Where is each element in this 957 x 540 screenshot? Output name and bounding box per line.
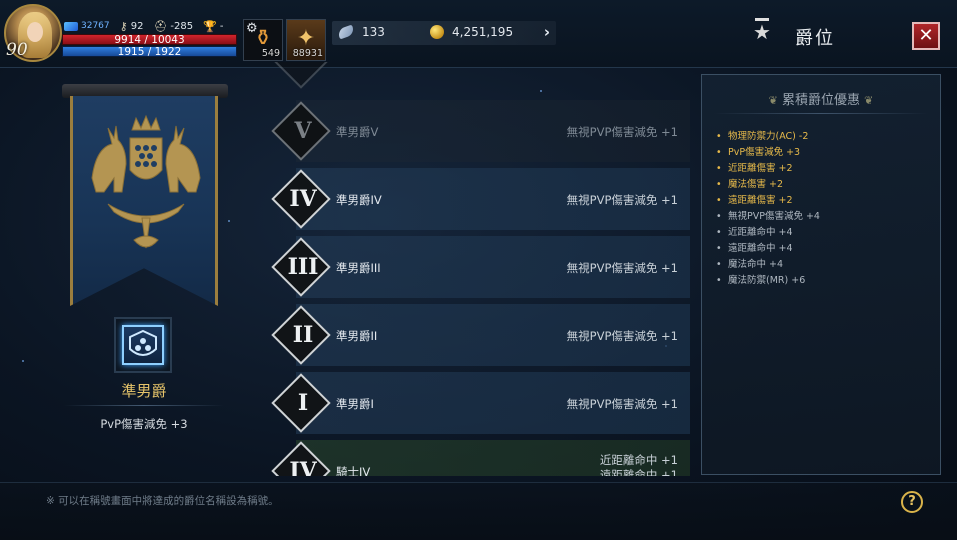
current-rank-bonus: PvP傷害減免 +3 — [100, 417, 188, 431]
banner-pole — [62, 84, 228, 98]
benefit-item: 近距離命中 +4 — [716, 225, 820, 241]
rank-diamond-icon — [271, 62, 331, 89]
mp-bar: 1915 / 1922 — [62, 46, 237, 57]
power-gem-icon — [64, 21, 78, 31]
currency-panel: 133 4,251,195 › — [332, 21, 556, 45]
rank-numeral: III — [287, 254, 319, 280]
divider — [64, 405, 224, 406]
benefits-list: 物理防禦力(AC) -2 PvP傷害減免 +3 近距離傷害 +2 魔法傷害 +2… — [716, 129, 820, 289]
rank-row-name: 準男爵II — [336, 329, 378, 343]
quick-slot-scroll[interactable]: ✦ 88931 — [286, 19, 326, 61]
chevron-right-icon[interactable]: › — [544, 23, 550, 41]
rank-numeral: IV — [289, 186, 317, 212]
rank-row-knight-iv[interactable]: 騎士IV 近距離命中 +1 遠距離命中 +1 — [296, 440, 690, 476]
cumulative-benefits-panel: ❦ 累積爵位優惠 ❦ 物理防禦力(AC) -2 PvP傷害減免 +3 近距離傷害… — [701, 74, 941, 475]
gold-value: 4,251,195 — [452, 25, 514, 39]
rank-row-iv[interactable]: 準男爵IV 無視PVP傷害減免 +1 — [296, 168, 690, 230]
spark-decoration — [228, 220, 230, 222]
close-button[interactable]: ✕ — [912, 22, 940, 50]
rank-row-v[interactable]: 準男爵V 無視PVP傷害減免 +1 — [296, 100, 690, 162]
feather-currency: 133 — [336, 24, 385, 40]
laurel-left-icon: ❦ — [768, 94, 778, 107]
scroll-count: 88931 — [292, 48, 323, 59]
laurel-right-icon: ❦ — [864, 94, 874, 107]
trophy-value: - — [219, 20, 224, 32]
rank-row-iii[interactable]: 準男爵III 無視PVP傷害減免 +1 — [296, 236, 690, 298]
baronet-badge-icon — [129, 329, 157, 356]
key-stat: ⚷ 92 — [120, 20, 144, 33]
rank-row-effect: 近距離命中 +1 — [599, 453, 678, 467]
rank-numeral: IV — [289, 458, 317, 476]
benefit-item: 遠距離傷害 +2 — [716, 193, 820, 209]
title-medal-icon: ★ — [753, 18, 771, 44]
spark-decoration — [22, 360, 24, 362]
divider — [714, 113, 928, 114]
benefit-item: 近距離傷害 +2 — [716, 161, 820, 177]
quick-slot-potion[interactable]: ⚙ ⚱ 549 — [243, 19, 283, 61]
benefit-item: 物理防禦力(AC) -2 — [716, 129, 820, 145]
footer-note: ※ 可以在稱號畫面中將達成的爵位名稱設為稱號。 — [46, 495, 279, 507]
power-value: 32767 — [81, 21, 110, 31]
helmet-icon: ⛑ — [153, 19, 168, 33]
karma-value: -285 — [170, 20, 194, 32]
rank-list[interactable]: 準男爵V 無視PVP傷害減免 +1 V 準男爵IV 無視PVP傷害減免 +1 I… — [270, 62, 692, 476]
benefit-item: 魔法命中 +4 — [716, 257, 820, 273]
character-level: 90 — [6, 40, 28, 60]
avatar-face — [27, 22, 43, 42]
current-rank-name: 準男爵 — [121, 382, 167, 400]
rank-numeral: II — [292, 322, 314, 348]
benefit-item: PvP傷害減免 +3 — [716, 145, 820, 161]
heraldic-crest-icon — [91, 114, 201, 249]
benefit-item: 無視PVP傷害減免 +4 — [716, 209, 820, 225]
rank-numeral: V — [294, 118, 312, 144]
top-bar: 90 32767 ⚷ 92 ⛑ -285 🏆 - 9914 / 10043 19… — [0, 0, 957, 68]
rank-numeral: I — [297, 390, 309, 416]
rank-row-effect: 無視PVP傷害減免 +1 — [566, 125, 678, 139]
stat-row: 32767 ⚷ 92 ⛑ -285 🏆 - — [64, 19, 223, 33]
help-button[interactable]: ? — [901, 491, 923, 513]
power-stat: 32767 — [64, 21, 110, 31]
gold-coin-icon — [430, 25, 444, 39]
trophy-icon: 🏆 — [203, 19, 217, 33]
benefit-item: 魔法傷害 +2 — [716, 177, 820, 193]
benefit-item: 遠距離命中 +4 — [716, 241, 820, 257]
page-title: 爵位 — [795, 28, 835, 49]
rank-emblem — [114, 317, 172, 373]
trophy-stat: 🏆 - — [203, 20, 223, 33]
rank-row-name: 準男爵I — [336, 397, 374, 411]
rank-row-name: 準男爵IV — [336, 193, 382, 207]
hp-bar: 9914 / 10043 — [62, 34, 237, 45]
benefits-title: 累積爵位優惠 — [781, 93, 860, 108]
key-value: 92 — [130, 20, 144, 32]
rank-emblem-inner — [122, 325, 164, 365]
rank-row-effect: 遠距離命中 +1 — [599, 468, 678, 476]
key-icon: ⚷ — [119, 19, 128, 33]
benefit-item: 魔法防禦(MR) +6 — [716, 273, 820, 289]
rank-row-name: 騎士IV — [336, 465, 371, 476]
feather-icon — [336, 24, 356, 40]
rank-row-i[interactable]: 準男爵I 無視PVP傷害減免 +1 — [296, 372, 690, 434]
gold-currency: 4,251,195 — [430, 25, 513, 39]
rank-row-effect: 無視PVP傷害減免 +1 — [566, 329, 678, 343]
potion-count: 549 — [261, 48, 280, 59]
footer-bar: ※ 可以在稱號畫面中將達成的爵位名稱設為稱號。 ? — [0, 482, 957, 540]
rank-row-ii[interactable]: 準男爵II 無視PVP傷害減免 +1 — [296, 304, 690, 366]
rank-row-effect: 無視PVP傷害減免 +1 — [566, 193, 678, 207]
karma-stat: ⛑ -285 — [153, 20, 193, 33]
rank-row-effect: 無視PVP傷害減免 +1 — [566, 261, 678, 275]
rank-row-name: 準男爵III — [336, 261, 381, 275]
feather-value: 133 — [362, 25, 385, 39]
rank-row-name: 準男爵V — [336, 125, 379, 139]
benefits-title-row: ❦ 累積爵位優惠 ❦ — [702, 89, 940, 108]
rank-row-effect: 無視PVP傷害減免 +1 — [566, 397, 678, 411]
